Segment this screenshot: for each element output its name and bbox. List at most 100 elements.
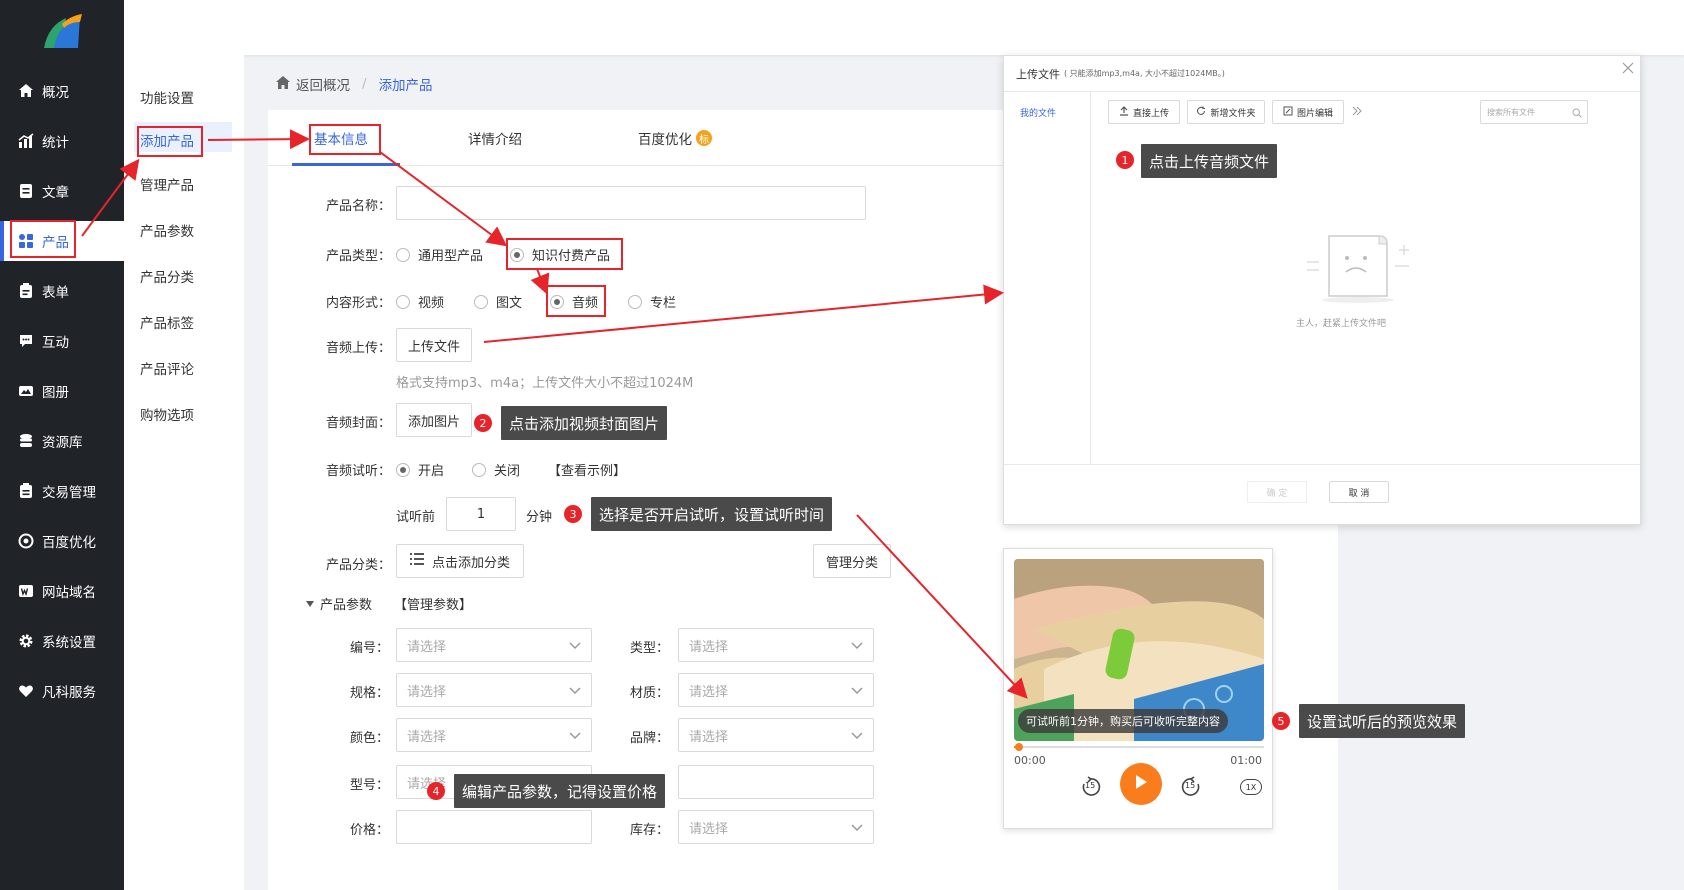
nav-item-album[interactable]: 图册	[0, 371, 124, 411]
param-price-input[interactable]	[396, 810, 592, 844]
caret-down-icon	[306, 596, 314, 611]
upload-hint: 格式支持mp3、m4a；上传文件大小不超过1024M	[396, 376, 694, 391]
button-label: 图片编辑	[1296, 108, 1333, 119]
param-guige-select[interactable]: 请选择	[396, 673, 592, 707]
nav-item-interact[interactable]: 互动	[0, 321, 124, 361]
content-video-radio[interactable]: 视频	[396, 292, 444, 311]
double-chevron-right-icon[interactable]	[1352, 105, 1362, 120]
param-price-input-right[interactable]	[678, 765, 874, 799]
breadcrumb: 返回概况 / 添加产品	[276, 74, 433, 94]
dialog-search-input[interactable]: 搜索所有文件	[1480, 100, 1588, 124]
nav-item-service[interactable]: 凡科服务	[0, 671, 124, 711]
chevron-down-icon	[851, 684, 863, 699]
product-name-label: 产品名称：	[326, 199, 392, 214]
image-edit-button[interactable]: 图片编辑	[1272, 100, 1344, 124]
param-bianhao-select[interactable]: 请选择	[396, 628, 592, 662]
new-folder-button[interactable]: 新增文件夹	[1187, 100, 1265, 124]
nav-label: 系统设置	[42, 635, 96, 651]
highlight-box-knowledge-product	[506, 238, 623, 270]
cover-image: 可试听前1分钟，购买后可收听完整内容	[1014, 559, 1264, 741]
subnav-item-product-reviews[interactable]: 产品评论	[140, 358, 194, 378]
breadcrumb-current: 添加产品	[378, 78, 433, 94]
forward-15-icon[interactable]: 15	[1180, 776, 1202, 798]
button-label: 直接上传	[1132, 108, 1169, 119]
trial-example-link[interactable]: 【查看示例】	[548, 460, 626, 479]
product-name-input[interactable]	[396, 186, 866, 220]
nav-item-form[interactable]: 表单	[0, 271, 124, 311]
nav-item-resources[interactable]: 资源库	[0, 421, 124, 461]
param-caizhi-select[interactable]: 请选择	[678, 673, 874, 707]
radio-label: 开启	[418, 464, 445, 479]
nav-label: 网站域名	[42, 585, 96, 601]
brand-logo[interactable]	[36, 8, 88, 54]
params-toggle[interactable]: 产品参数	[306, 594, 372, 613]
product-type-general-radio[interactable]: 通用型产品	[396, 245, 483, 264]
nav-item-settings[interactable]: 系统设置	[0, 621, 124, 661]
audio-upload-label: 音频上传：	[326, 341, 392, 356]
highlight-box-nav-product	[10, 220, 76, 258]
tab-seo[interactable]: 百度优化 标	[638, 128, 712, 148]
subnav-item-product-params[interactable]: 产品参数	[140, 220, 194, 240]
subnav-item-shopping-options[interactable]: 购物选项	[140, 404, 194, 424]
content-column-radio[interactable]: 专栏	[628, 292, 676, 311]
manage-category-button[interactable]: 管理分类	[813, 544, 891, 578]
nav-item-overview[interactable]: 概况	[0, 71, 124, 111]
my-files-link[interactable]: 我的文件	[1020, 106, 1056, 119]
dialog-header: 上传文件 ( 只能添加mp3,m4a, 大小不超过1024MB。)	[1004, 56, 1640, 92]
empty-folder-icon	[1299, 226, 1419, 310]
select-placeholder: 请选择	[689, 639, 729, 655]
play-button[interactable]	[1120, 763, 1162, 805]
audio-trial-label: 音频试听：	[326, 464, 392, 479]
close-icon[interactable]	[1622, 62, 1634, 78]
highlight-box-subnav-add	[137, 126, 203, 157]
tab-detail[interactable]: 详情介绍	[468, 128, 522, 148]
content-image-text-radio[interactable]: 图文	[474, 292, 522, 311]
nav-label: 表单	[42, 285, 69, 301]
content-form-label: 内容形式：	[326, 296, 392, 311]
nav-item-seo[interactable]: 百度优化	[0, 521, 124, 561]
seo-icon	[18, 533, 34, 549]
cancel-button[interactable]: 取 消	[1329, 481, 1389, 503]
breadcrumb-back-link[interactable]: 返回概况	[296, 74, 350, 94]
param-pinpai-select[interactable]: 请选择	[678, 718, 874, 752]
rewind-15-icon[interactable]: 15	[1080, 776, 1102, 798]
nav-item-stats[interactable]: 统计	[0, 121, 124, 161]
trial-off-radio[interactable]: 关闭	[472, 460, 520, 479]
progress-knob[interactable]	[1015, 743, 1023, 751]
progress-track[interactable]	[1014, 743, 1264, 751]
chevron-down-icon	[851, 821, 863, 836]
upload-file-button[interactable]: 上传文件	[396, 328, 472, 362]
manage-params-link[interactable]: 【管理参数】	[394, 594, 472, 613]
radio-circle	[628, 294, 642, 309]
edit-icon	[1283, 106, 1293, 119]
trial-on-radio[interactable]: 开启	[396, 460, 444, 479]
tip-step-4: 编辑产品参数，记得设置价格	[454, 774, 666, 808]
chevron-down-icon	[851, 639, 863, 654]
subnav-item-product-tags[interactable]: 产品标签	[140, 312, 194, 332]
select-placeholder: 请选择	[407, 729, 447, 745]
step-badge-2: 2	[474, 414, 492, 432]
chevron-down-icon	[851, 729, 863, 744]
heart-icon	[18, 683, 34, 699]
direct-upload-button[interactable]: 直接上传	[1108, 100, 1180, 124]
speed-button[interactable]: 1X	[1240, 779, 1262, 795]
nav-item-domain[interactable]: 网站域名	[0, 571, 124, 611]
subnav-item-function-settings[interactable]: 功能设置	[140, 87, 194, 107]
nav-item-article[interactable]: 文章	[0, 171, 124, 211]
add-category-button[interactable]: 点击添加分类	[396, 544, 524, 578]
home-icon[interactable]	[276, 75, 290, 93]
trial-minutes-input[interactable]: 1	[446, 497, 516, 531]
add-image-button[interactable]: 添加图片	[396, 403, 472, 437]
search-icon	[1572, 107, 1582, 122]
param-yanse-select[interactable]: 请选择	[396, 718, 592, 752]
param-kucun-select[interactable]: 请选择	[678, 810, 874, 844]
param-leixing-select[interactable]: 请选择	[678, 628, 874, 662]
nav-item-trade[interactable]: 交易管理	[0, 471, 124, 511]
subnav-item-product-category[interactable]: 产品分类	[140, 266, 194, 286]
param-bianhao-label: 编号：	[350, 641, 390, 656]
confirm-button[interactable]: 确 定	[1247, 481, 1307, 503]
nav-label: 凡科服务	[42, 685, 96, 701]
play-icon	[1134, 774, 1148, 794]
subnav-item-manage-product[interactable]: 管理产品	[140, 174, 194, 194]
nav-label: 互动	[42, 335, 69, 351]
